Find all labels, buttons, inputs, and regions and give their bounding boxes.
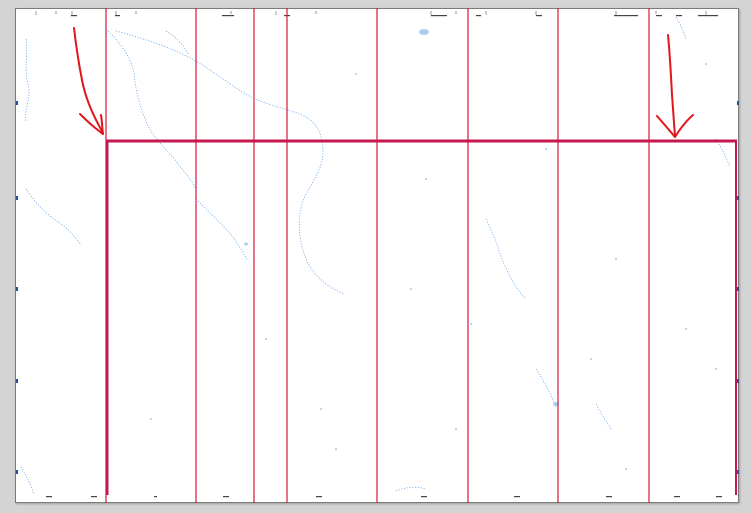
right-border-ticks [737, 101, 739, 474]
river [595, 403, 612, 430]
river [195, 198, 249, 262]
river [25, 188, 82, 246]
river [105, 28, 197, 190]
river [20, 466, 35, 495]
scattered-water-dots [150, 63, 717, 470]
river [25, 38, 30, 122]
river [395, 486, 427, 492]
map-viewport[interactable] [0, 0, 751, 513]
river [115, 30, 345, 295]
map-frame [16, 11, 739, 498]
lakes-layer [244, 29, 559, 406]
top-border-marks [71, 15, 718, 17]
rivers-layer [20, 16, 731, 495]
bottom-border-marks [46, 496, 722, 498]
river [675, 16, 687, 40]
left-border-ticks [16, 101, 18, 474]
river [485, 218, 527, 300]
river [535, 368, 557, 408]
top-border-ticks [35, 11, 707, 15]
river [165, 30, 189, 55]
map-sheet[interactable] [15, 8, 739, 503]
river [715, 138, 731, 168]
